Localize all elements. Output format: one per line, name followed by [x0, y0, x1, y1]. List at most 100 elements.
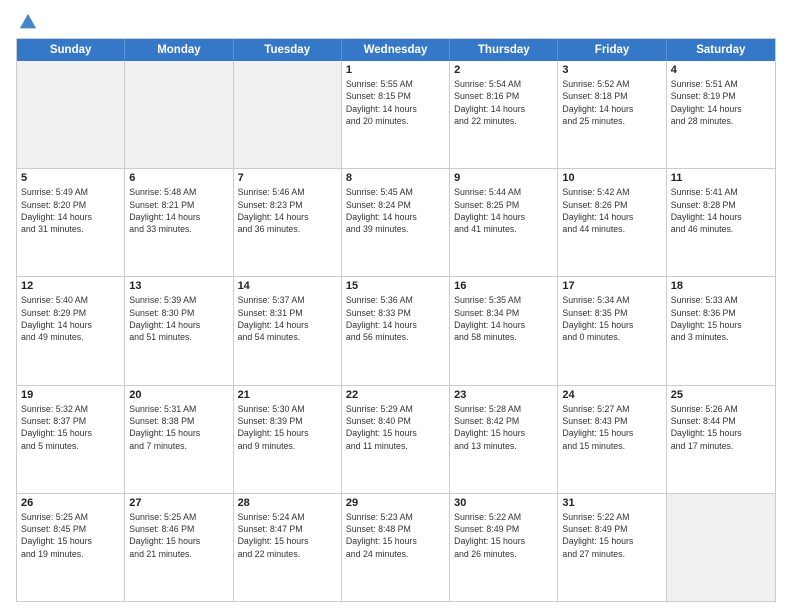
day-info: Sunrise: 5:36 AM Sunset: 8:33 PM Dayligh…: [346, 294, 445, 343]
day-info: Sunrise: 5:25 AM Sunset: 8:45 PM Dayligh…: [21, 511, 120, 560]
day-info: Sunrise: 5:41 AM Sunset: 8:28 PM Dayligh…: [671, 186, 771, 235]
day-number: 24: [562, 389, 661, 401]
day-info: Sunrise: 5:45 AM Sunset: 8:24 PM Dayligh…: [346, 186, 445, 235]
calendar-cell: 22 Sunrise: 5:29 AM Sunset: 8:40 PM Dayli…: [342, 386, 450, 493]
day-info: Sunrise: 5:52 AM Sunset: 8:18 PM Dayligh…: [562, 78, 661, 127]
header-day-tuesday: Tuesday: [234, 39, 342, 61]
calendar-cell: 21 Sunrise: 5:30 AM Sunset: 8:39 PM Dayli…: [234, 386, 342, 493]
calendar-cell: [234, 61, 342, 168]
calendar: SundayMondayTuesdayWednesdayThursdayFrid…: [16, 38, 776, 602]
calendar-cell: 23 Sunrise: 5:28 AM Sunset: 8:42 PM Dayli…: [450, 386, 558, 493]
calendar-cell: 30Sunrise: 5:22 AM Sunset: 8:49 PM Dayli…: [450, 494, 558, 601]
calendar-cell: 26 Sunrise: 5:25 AM Sunset: 8:45 PM Dayli…: [17, 494, 125, 601]
day-number: 10: [562, 172, 661, 184]
day-number: 14: [238, 280, 337, 292]
day-info: Sunrise: 5:51 AM Sunset: 8:19 PM Dayligh…: [671, 78, 771, 127]
calendar-cell: 6 Sunrise: 5:48 AM Sunset: 8:21 PM Daylig…: [125, 169, 233, 276]
day-number: 15: [346, 280, 445, 292]
calendar-row: 1 Sunrise: 5:55 AM Sunset: 8:15 PM Daylig…: [17, 61, 775, 169]
day-number: 26: [21, 497, 120, 509]
day-info: Sunrise: 5:37 AM Sunset: 8:31 PM Dayligh…: [238, 294, 337, 343]
calendar-cell: 2 Sunrise: 5:54 AM Sunset: 8:16 PM Daylig…: [450, 61, 558, 168]
page: SundayMondayTuesdayWednesdayThursdayFrid…: [0, 0, 792, 612]
calendar-cell: 8 Sunrise: 5:45 AM Sunset: 8:24 PM Daylig…: [342, 169, 450, 276]
day-number: 5: [21, 172, 120, 184]
logo: [16, 12, 42, 32]
day-number: 2: [454, 64, 553, 76]
day-number: 31: [562, 497, 661, 509]
day-info: Sunrise: 5:42 AM Sunset: 8:26 PM Dayligh…: [562, 186, 661, 235]
day-info: Sunrise: 5:39 AM Sunset: 8:30 PM Dayligh…: [129, 294, 228, 343]
calendar-cell: 20 Sunrise: 5:31 AM Sunset: 8:38 PM Dayli…: [125, 386, 233, 493]
day-number: 13: [129, 280, 228, 292]
day-info: Sunrise: 5:35 AM Sunset: 8:34 PM Dayligh…: [454, 294, 553, 343]
calendar-cell: [17, 61, 125, 168]
calendar-cell: 12 Sunrise: 5:40 AM Sunset: 8:29 PM Dayli…: [17, 277, 125, 384]
day-number: 6: [129, 172, 228, 184]
day-info: Sunrise: 5:30 AM Sunset: 8:39 PM Dayligh…: [238, 403, 337, 452]
day-number: 21: [238, 389, 337, 401]
day-info: Sunrise: 5:23 AM Sunset: 8:48 PM Dayligh…: [346, 511, 445, 560]
calendar-cell: 28Sunrise: 5:24 AM Sunset: 8:47 PM Dayli…: [234, 494, 342, 601]
header: [16, 12, 776, 32]
day-number: 19: [21, 389, 120, 401]
day-info: Sunrise: 5:34 AM Sunset: 8:35 PM Dayligh…: [562, 294, 661, 343]
day-info: Sunrise: 5:40 AM Sunset: 8:29 PM Dayligh…: [21, 294, 120, 343]
calendar-cell: 18 Sunrise: 5:33 AM Sunset: 8:36 PM Dayli…: [667, 277, 775, 384]
day-number: 3: [562, 64, 661, 76]
logo-icon: [18, 12, 38, 32]
day-number: 9: [454, 172, 553, 184]
day-info: Sunrise: 5:33 AM Sunset: 8:36 PM Dayligh…: [671, 294, 771, 343]
day-info: Sunrise: 5:25 AM Sunset: 8:46 PM Dayligh…: [129, 511, 228, 560]
day-info: Sunrise: 5:54 AM Sunset: 8:16 PM Dayligh…: [454, 78, 553, 127]
day-number: 16: [454, 280, 553, 292]
calendar-cell: 29 Sunrise: 5:23 AM Sunset: 8:48 PM Dayli…: [342, 494, 450, 601]
day-info: Sunrise: 5:27 AM Sunset: 8:43 PM Dayligh…: [562, 403, 661, 452]
calendar-cell: [125, 61, 233, 168]
calendar-cell: 31Sunrise: 5:22 AM Sunset: 8:49 PM Dayli…: [558, 494, 666, 601]
calendar-cell: 7Sunrise: 5:46 AM Sunset: 8:23 PM Daylig…: [234, 169, 342, 276]
day-number: 18: [671, 280, 771, 292]
day-number: 27: [129, 497, 228, 509]
day-info: Sunrise: 5:26 AM Sunset: 8:44 PM Dayligh…: [671, 403, 771, 452]
day-number: 17: [562, 280, 661, 292]
calendar-cell: 14 Sunrise: 5:37 AM Sunset: 8:31 PM Dayli…: [234, 277, 342, 384]
calendar-cell: 13 Sunrise: 5:39 AM Sunset: 8:30 PM Dayli…: [125, 277, 233, 384]
day-info: Sunrise: 5:28 AM Sunset: 8:42 PM Dayligh…: [454, 403, 553, 452]
calendar-row: 12 Sunrise: 5:40 AM Sunset: 8:29 PM Dayli…: [17, 277, 775, 385]
day-number: 29: [346, 497, 445, 509]
day-number: 12: [21, 280, 120, 292]
day-number: 8: [346, 172, 445, 184]
calendar-cell: 27 Sunrise: 5:25 AM Sunset: 8:46 PM Dayli…: [125, 494, 233, 601]
day-number: 30: [454, 497, 553, 509]
day-info: Sunrise: 5:48 AM Sunset: 8:21 PM Dayligh…: [129, 186, 228, 235]
calendar-cell: 11 Sunrise: 5:41 AM Sunset: 8:28 PM Dayli…: [667, 169, 775, 276]
header-day-friday: Friday: [558, 39, 666, 61]
day-info: Sunrise: 5:32 AM Sunset: 8:37 PM Dayligh…: [21, 403, 120, 452]
calendar-cell: 15 Sunrise: 5:36 AM Sunset: 8:33 PM Dayli…: [342, 277, 450, 384]
day-number: 11: [671, 172, 771, 184]
header-day-saturday: Saturday: [667, 39, 775, 61]
header-day-sunday: Sunday: [17, 39, 125, 61]
calendar-cell: 1 Sunrise: 5:55 AM Sunset: 8:15 PM Daylig…: [342, 61, 450, 168]
header-day-thursday: Thursday: [450, 39, 558, 61]
day-info: Sunrise: 5:55 AM Sunset: 8:15 PM Dayligh…: [346, 78, 445, 127]
calendar-cell: 9Sunrise: 5:44 AM Sunset: 8:25 PM Daylig…: [450, 169, 558, 276]
day-number: 22: [346, 389, 445, 401]
calendar-cell: [667, 494, 775, 601]
day-info: Sunrise: 5:29 AM Sunset: 8:40 PM Dayligh…: [346, 403, 445, 452]
day-info: Sunrise: 5:46 AM Sunset: 8:23 PM Dayligh…: [238, 186, 337, 235]
calendar-cell: 17 Sunrise: 5:34 AM Sunset: 8:35 PM Dayli…: [558, 277, 666, 384]
calendar-cell: 10 Sunrise: 5:42 AM Sunset: 8:26 PM Dayli…: [558, 169, 666, 276]
calendar-cell: 4Sunrise: 5:51 AM Sunset: 8:19 PM Daylig…: [667, 61, 775, 168]
calendar-cell: 5Sunrise: 5:49 AM Sunset: 8:20 PM Daylig…: [17, 169, 125, 276]
day-number: 1: [346, 64, 445, 76]
header-day-wednesday: Wednesday: [342, 39, 450, 61]
day-info: Sunrise: 5:31 AM Sunset: 8:38 PM Dayligh…: [129, 403, 228, 452]
day-number: 23: [454, 389, 553, 401]
calendar-header: SundayMondayTuesdayWednesdayThursdayFrid…: [17, 39, 775, 61]
day-number: 20: [129, 389, 228, 401]
day-number: 28: [238, 497, 337, 509]
calendar-row: 5Sunrise: 5:49 AM Sunset: 8:20 PM Daylig…: [17, 169, 775, 277]
header-day-monday: Monday: [125, 39, 233, 61]
